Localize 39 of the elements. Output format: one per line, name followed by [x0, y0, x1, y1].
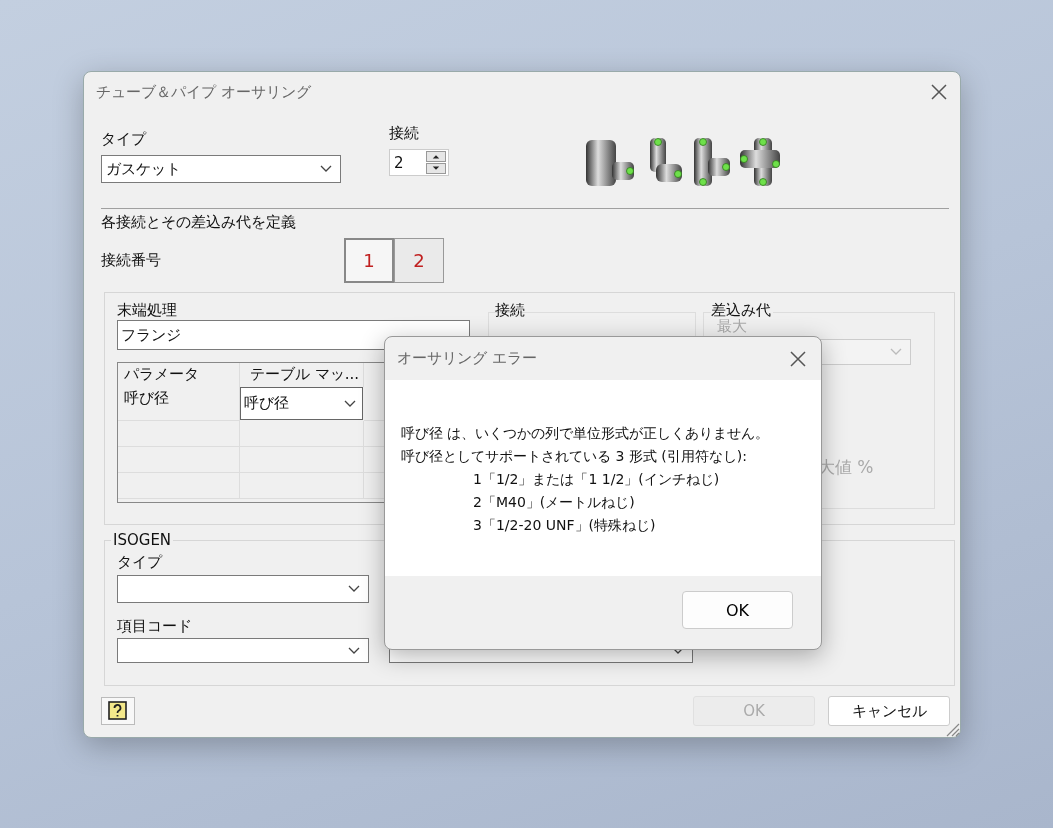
error-ok-button[interactable]: OK — [682, 591, 793, 629]
isogen-type-dropdown[interactable] — [117, 575, 369, 603]
engagement-label: 差込み代 — [710, 301, 773, 319]
close-icon[interactable] — [930, 83, 948, 101]
connection-number-tab[interactable]: 2 — [394, 237, 444, 283]
chevron-down-icon — [320, 165, 332, 173]
error-dialog-title: オーサリング エラー — [397, 349, 537, 368]
chevron-down-icon — [889, 348, 902, 356]
mapping-dropdown[interactable]: 呼び径 — [240, 387, 363, 420]
isogen-type-label: タイプ — [117, 553, 162, 571]
type-dropdown[interactable]: ガスケット — [101, 155, 341, 183]
spin-up-icon[interactable] — [426, 151, 446, 162]
max-label: 最大 — [716, 317, 747, 335]
item-code-dropdown[interactable] — [117, 638, 369, 663]
spin-down-icon[interactable] — [426, 163, 446, 174]
resize-grip-icon[interactable] — [944, 721, 960, 737]
help-button[interactable] — [101, 697, 135, 725]
close-icon[interactable] — [789, 349, 807, 368]
chevron-down-icon — [344, 399, 356, 408]
format-item: 1「1/2」または「1 1/2」(インチねじ) — [472, 470, 721, 489]
connections-spinner[interactable]: 2 — [389, 149, 449, 176]
format-item: 3「1/2-20 UNF」(特殊ねじ) — [472, 516, 657, 535]
section-title: 各接続とその差込み代を定義 — [101, 213, 296, 231]
cancel-button[interactable]: キャンセル — [828, 696, 950, 726]
error-message: 呼び径としてサポートされている 3 形式 (引用符なし): — [401, 447, 748, 466]
connection-number-tab[interactable]: 1 — [344, 237, 394, 283]
chevron-down-icon — [348, 646, 360, 655]
item-code-label: 項目コード — [117, 617, 192, 635]
format-item: 2「M40」(メートルねじ) — [472, 493, 636, 512]
help-icon — [107, 700, 129, 722]
window-title: チューブ＆パイプ オーサリング — [96, 82, 311, 102]
error-message: 呼び径 は、いくつかの列で単位形式が正しくありません。 — [401, 424, 771, 443]
column-header: パラメータ — [118, 363, 240, 387]
connection-group-label: 接続 — [494, 301, 525, 319]
chevron-down-icon — [348, 585, 360, 593]
type-label: タイプ — [101, 130, 148, 149]
connections-label: 接続 — [389, 124, 420, 143]
end-treatment-label: 末端処理 — [117, 301, 177, 319]
connection-number-label: 接続番号 — [101, 250, 161, 269]
